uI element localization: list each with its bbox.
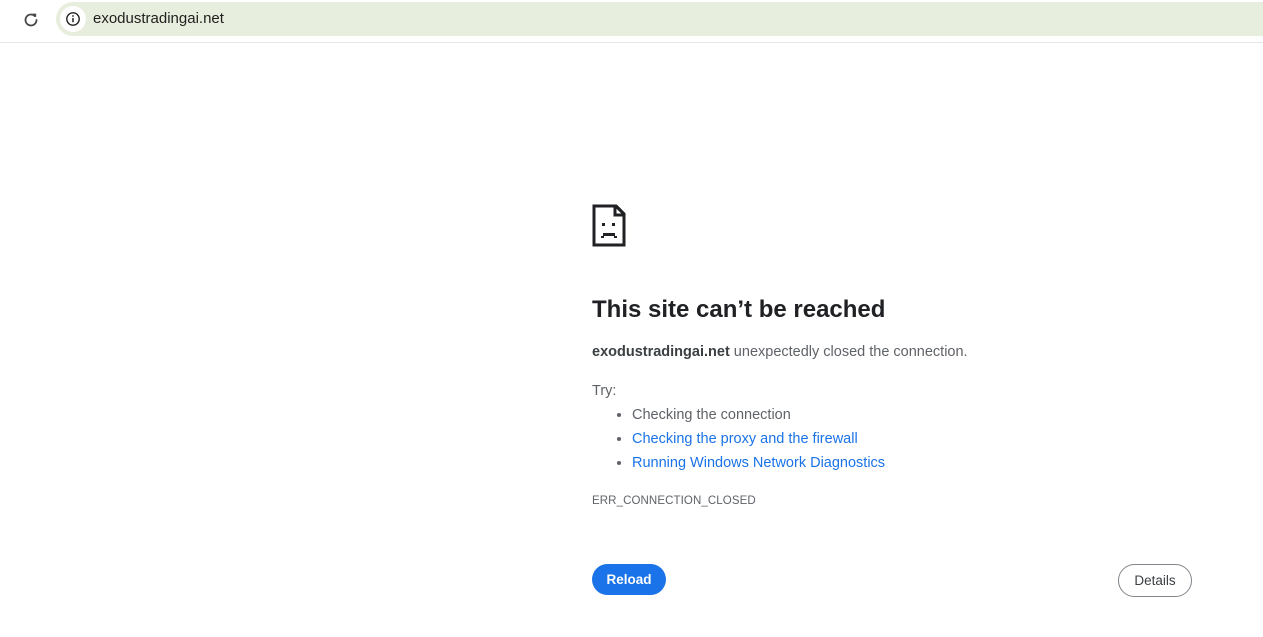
error-title: This site can’t be reached	[592, 296, 886, 323]
error-code: ERR_CONNECTION_CLOSED	[592, 495, 756, 507]
suggestion-network-diagnostics[interactable]: Running Windows Network Diagnostics	[632, 451, 885, 475]
try-label: Try:	[592, 383, 617, 399]
suggestion-check-proxy-firewall[interactable]: Checking the proxy and the firewall	[632, 427, 885, 451]
browser-reload-button[interactable]	[17, 6, 45, 34]
details-button[interactable]: Details	[1118, 564, 1192, 597]
error-message: unexpectedly closed the connection.	[729, 344, 968, 360]
suggestions-list: Checking the connection Checking the pro…	[592, 403, 885, 475]
sad-page-icon	[592, 204, 626, 247]
error-description: exodustradingai.net unexpectedly closed …	[592, 344, 968, 360]
address-bar[interactable]: exodustradingai.net	[56, 2, 1263, 36]
network-diagnostics-link[interactable]: Running Windows Network Diagnostics	[632, 455, 885, 471]
reload-button[interactable]: Reload	[592, 564, 666, 595]
info-icon	[66, 12, 80, 26]
check-proxy-firewall-link[interactable]: Checking the proxy and the firewall	[632, 431, 858, 447]
url-text[interactable]: exodustradingai.net	[93, 10, 224, 28]
site-info-button[interactable]	[60, 6, 86, 32]
error-host: exodustradingai.net	[592, 344, 730, 360]
reload-icon	[24, 13, 38, 27]
suggestion-check-connection: Checking the connection	[632, 403, 885, 427]
browser-toolbar: exodustradingai.net	[0, 0, 1263, 43]
